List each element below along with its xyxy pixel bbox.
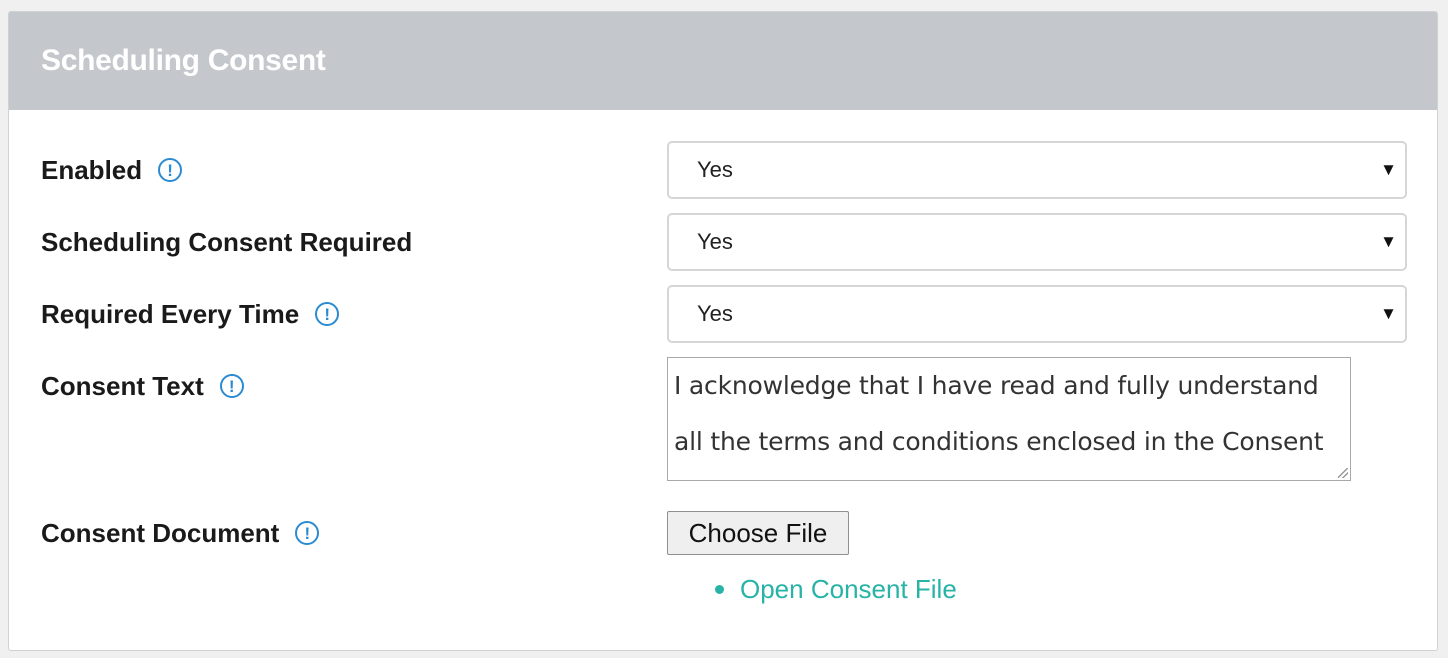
enabled-select[interactable]: Yes ▼ xyxy=(667,141,1407,199)
panel-header: Scheduling Consent xyxy=(9,12,1437,110)
scheduling-consent-panel: Scheduling Consent Enabled ! Yes ▼ Sched… xyxy=(8,11,1438,651)
chevron-down-icon: ▼ xyxy=(1380,304,1397,323)
consent-text-textarea[interactable]: I acknowledge that I have read and fully… xyxy=(667,357,1351,481)
required-every-time-label: Required Every Time ! xyxy=(41,293,340,335)
required-every-time-select-value: Yes xyxy=(697,301,733,326)
consent-file-list-item: Open Consent File xyxy=(715,572,957,606)
info-icon[interactable]: ! xyxy=(315,302,340,326)
required-every-time-label-text: Required Every Time xyxy=(41,298,300,329)
choose-file-button[interactable]: Choose File xyxy=(667,511,849,555)
consent-required-label-text: Scheduling Consent Required xyxy=(41,226,413,257)
consent-required-label: Scheduling Consent Required xyxy=(41,221,412,263)
chevron-down-icon: ▼ xyxy=(1380,232,1397,251)
enabled-select-value: Yes xyxy=(697,157,733,182)
open-consent-file-link[interactable]: Open Consent File xyxy=(740,574,957,605)
consent-required-select-value: Yes xyxy=(697,229,733,254)
resize-handle-icon[interactable] xyxy=(1338,468,1348,478)
info-icon[interactable]: ! xyxy=(158,158,183,182)
consent-document-label-text: Consent Document xyxy=(41,517,280,548)
consent-text-value: I acknowledge that I have read and fully… xyxy=(674,371,1324,456)
panel-title: Scheduling Consent xyxy=(41,44,326,77)
consent-text-label-text: Consent Text xyxy=(41,370,204,401)
consent-text-label: Consent Text ! xyxy=(41,365,244,407)
info-icon[interactable]: ! xyxy=(295,521,320,545)
info-icon[interactable]: ! xyxy=(219,374,244,398)
consent-document-label: Consent Document ! xyxy=(41,512,320,554)
chevron-down-icon: ▼ xyxy=(1380,160,1397,179)
enabled-label: Enabled ! xyxy=(41,149,183,191)
enabled-label-text: Enabled xyxy=(41,154,143,185)
consent-required-select[interactable]: Yes ▼ xyxy=(667,213,1407,271)
required-every-time-select[interactable]: Yes ▼ xyxy=(667,285,1407,343)
bullet-icon xyxy=(715,584,724,594)
